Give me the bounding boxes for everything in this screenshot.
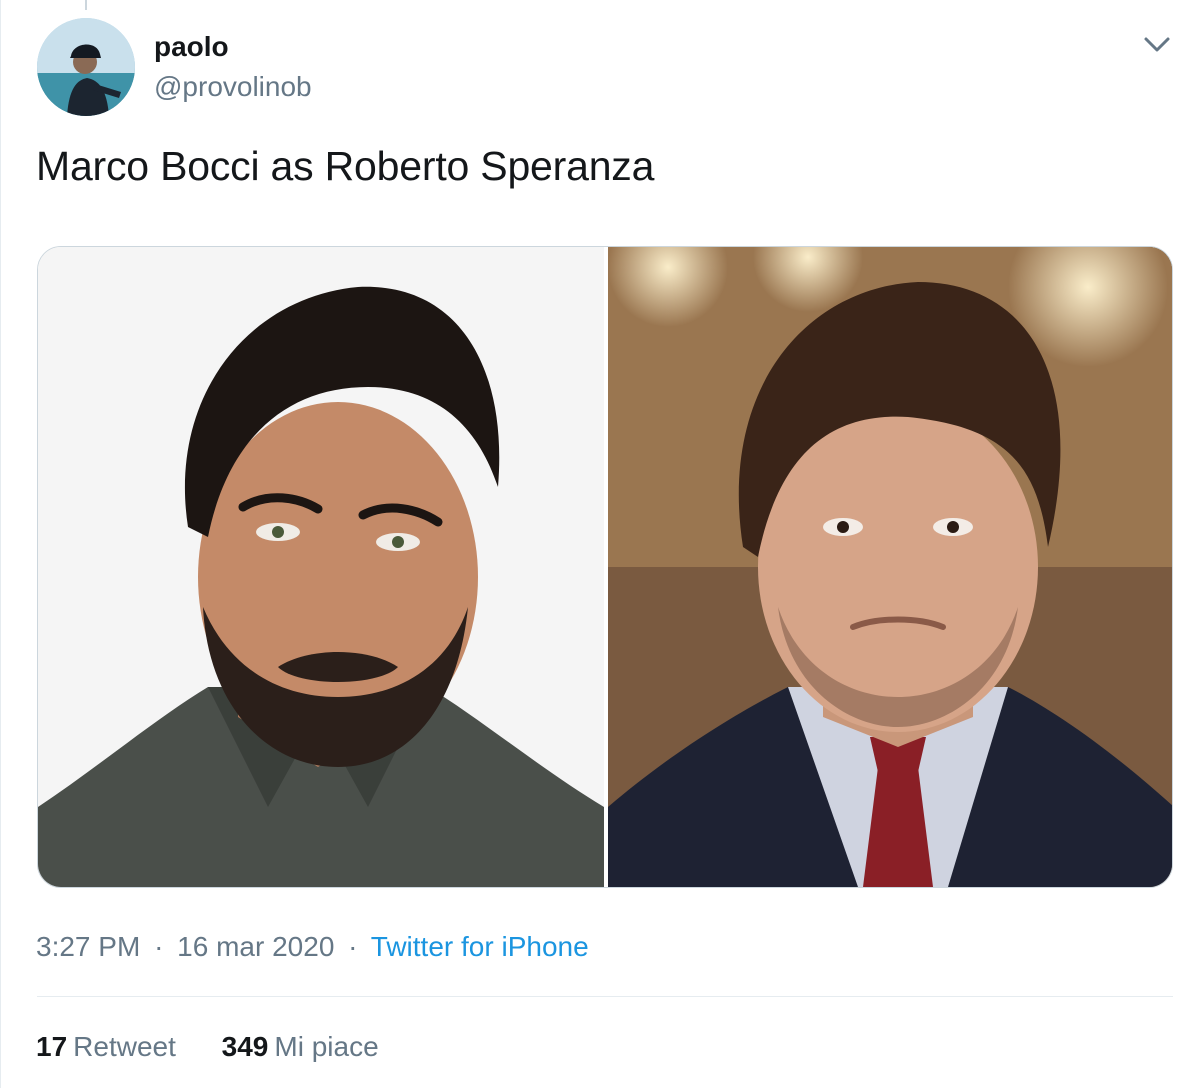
tweet-stats: 17 Retweet 349 Mi piace	[36, 1028, 379, 1066]
portrait-bearded-man-icon	[38, 247, 604, 887]
meta-separator: ·	[154, 931, 164, 962]
author-handle[interactable]: @provolinob	[154, 70, 312, 104]
retweets-label: Retweet	[73, 1031, 176, 1062]
likes-count: 349	[221, 1031, 269, 1062]
retweets-count: 17	[36, 1031, 68, 1062]
media-grid	[37, 246, 1173, 888]
meta-separator: ·	[348, 931, 358, 962]
avatar[interactable]	[37, 18, 135, 116]
author-display-name[interactable]: paolo	[154, 30, 229, 64]
likes-label: Mi piace	[274, 1031, 379, 1062]
tweet-time[interactable]: 3:27 PM	[36, 931, 140, 962]
thread-connector-line	[85, 0, 87, 10]
tweet-source-link[interactable]: Twitter for iPhone	[371, 931, 589, 962]
chevron-down-icon[interactable]	[1139, 30, 1175, 60]
tweet-card: paolo @provolinob Marco Bocci as Roberto…	[0, 0, 1204, 1088]
retweets-stat[interactable]: 17 Retweet	[36, 1028, 176, 1066]
media-photo-left[interactable]	[38, 247, 604, 887]
divider	[37, 996, 1173, 997]
likes-stat[interactable]: 349 Mi piace	[222, 1028, 379, 1066]
tweet-timestamp-row: 3:27 PM · 16 mar 2020 · Twitter for iPho…	[36, 928, 589, 966]
tweet-date[interactable]: 16 mar 2020	[177, 931, 334, 962]
tweet-text: Marco Bocci as Roberto Speranza	[36, 143, 655, 189]
portrait-man-in-suit-icon	[608, 247, 1172, 887]
media-photo-right[interactable]	[608, 247, 1172, 887]
